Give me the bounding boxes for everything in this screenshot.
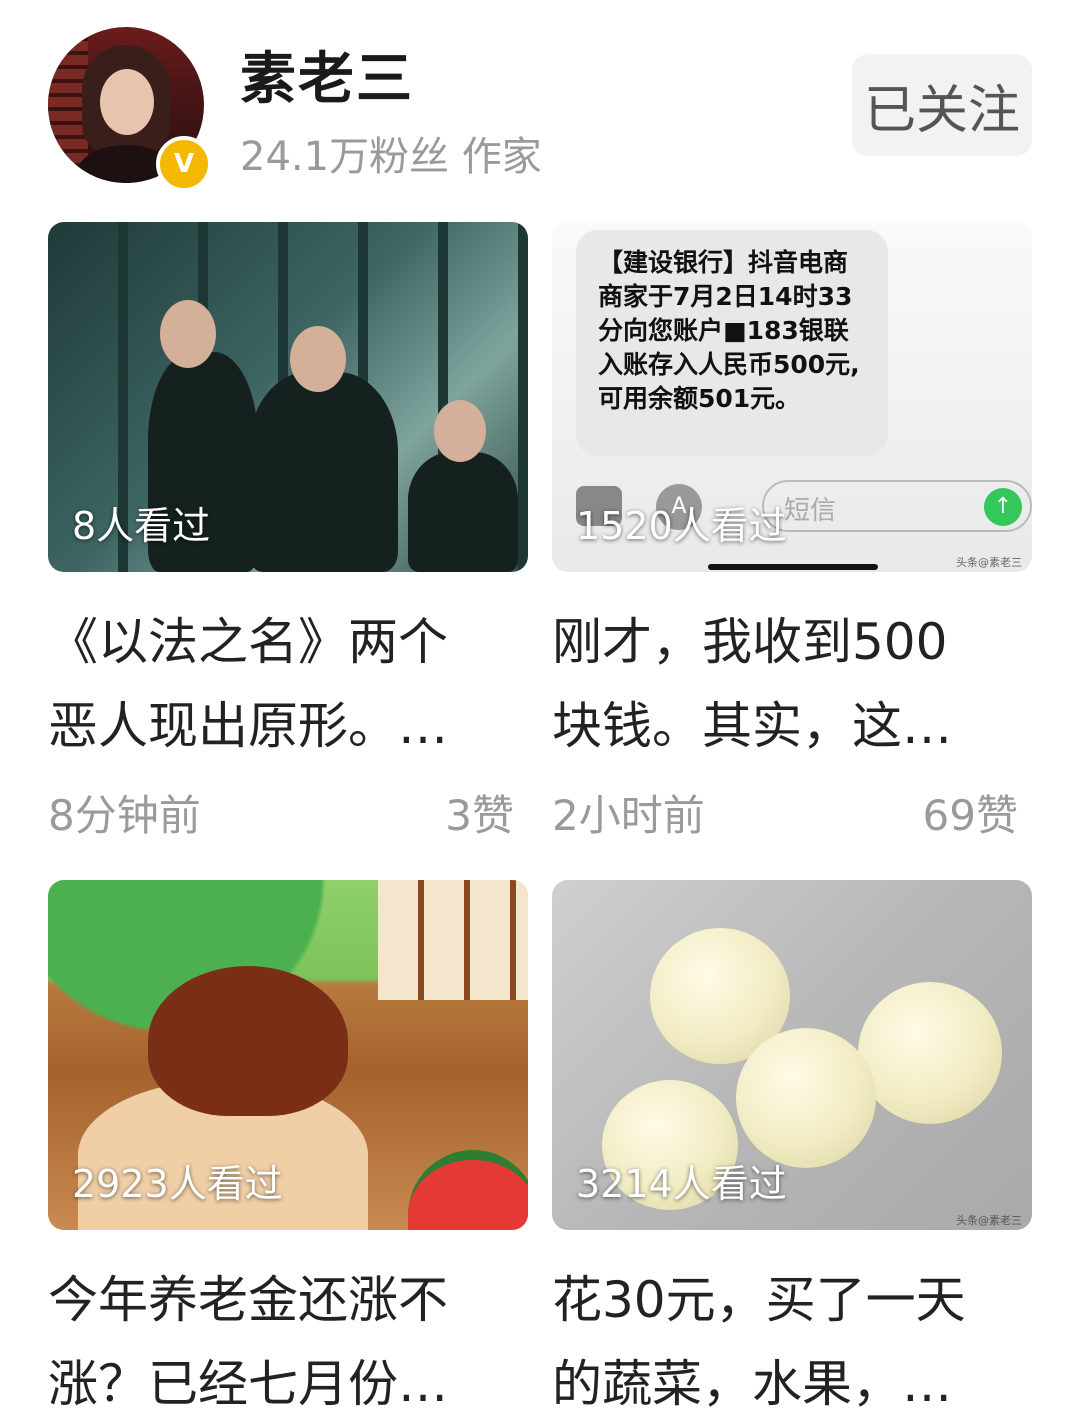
melon-fruit <box>858 982 1002 1124</box>
thumb-figure <box>248 372 398 572</box>
article-title-line: 《以法之名》两个 <box>48 613 448 671</box>
article-title-line: 刚才，我收到500 <box>552 613 948 671</box>
article-title-line: 今年养老金还涨不 <box>48 1271 448 1329</box>
article-card-1[interactable]: 8人看过 《以法之名》两个 恶人现出原形。… 8分钟前 3赞 <box>48 222 528 842</box>
thumb-figure-head <box>160 300 216 368</box>
article-card-2[interactable]: 【建设银行】抖音电商商家于7月2日14时33分向您账户■183银联入账存入人民币… <box>552 222 1032 842</box>
profile-meta: 24.1万粉丝 作家 <box>240 134 542 180</box>
view-count: 8人看过 <box>72 504 211 548</box>
article-thumbnail[interactable]: 8人看过 <box>48 222 528 572</box>
article-thumbnail[interactable]: 2923人看过 <box>48 880 528 1230</box>
thumb-figure-head <box>434 400 486 462</box>
publish-time: 8分钟前 <box>48 791 201 840</box>
article-title[interactable]: 花30元，买了一天 的蔬菜，水果，… <box>552 1258 1022 1426</box>
view-count: 2923人看过 <box>72 1162 283 1206</box>
article-title-line: 花30元，买了一天 <box>552 1271 966 1329</box>
article-title[interactable]: 今年养老金还涨不 涨？已经七月份… <box>48 1258 518 1426</box>
home-indicator <box>708 564 878 570</box>
verified-badge-icon: V <box>156 136 212 192</box>
publish-time: 2小时前 <box>552 791 705 840</box>
article-title-line: 恶人现出原形。… <box>48 697 448 755</box>
article-card-4[interactable]: 头条@素老三 3214人看过 花30元，买了一天 的蔬菜，水果，… <box>552 880 1032 1413</box>
sms-message-bubble: 【建设银行】抖音电商商家于7月2日14时33分向您账户■183银联入账存入人民币… <box>576 230 888 456</box>
like-count: 69赞 <box>922 791 1018 840</box>
send-arrow-icon: ↑ <box>984 488 1022 526</box>
article-title[interactable]: 刚才，我收到500 块钱。其实，这… <box>552 600 1022 768</box>
thumb-window <box>378 880 528 1000</box>
article-title-line: 涨？已经七月份… <box>48 1355 448 1413</box>
watermark: 头条@素老三 <box>956 556 1022 569</box>
profile-name[interactable]: 素老三 <box>240 34 414 115</box>
article-thumbnail[interactable]: 【建设银行】抖音电商商家于7月2日14时33分向您账户■183银联入账存入人民币… <box>552 222 1032 572</box>
avatar-face <box>100 69 154 135</box>
view-count: 1520人看过 <box>576 504 787 548</box>
view-count: 3214人看过 <box>576 1162 787 1206</box>
like-count: 3赞 <box>445 791 514 840</box>
article-title-line: 块钱。其实，这… <box>552 697 952 755</box>
article-card-3[interactable]: 2923人看过 今年养老金还涨不 涨？已经七月份… <box>48 880 528 1413</box>
follow-button[interactable]: 已关注 <box>852 54 1032 156</box>
watermelon-illustration <box>408 1150 528 1230</box>
article-thumbnail[interactable]: 头条@素老三 3214人看过 <box>552 880 1032 1230</box>
melon-fruit <box>736 1028 876 1168</box>
article-title-line: 的蔬菜，水果，… <box>552 1355 952 1413</box>
thumb-figure <box>408 452 518 572</box>
thumb-girl-hair <box>148 966 348 1116</box>
watermark: 头条@素老三 <box>956 1214 1022 1227</box>
thumb-figure-head <box>290 326 346 392</box>
article-title[interactable]: 《以法之名》两个 恶人现出原形。… <box>48 600 518 768</box>
